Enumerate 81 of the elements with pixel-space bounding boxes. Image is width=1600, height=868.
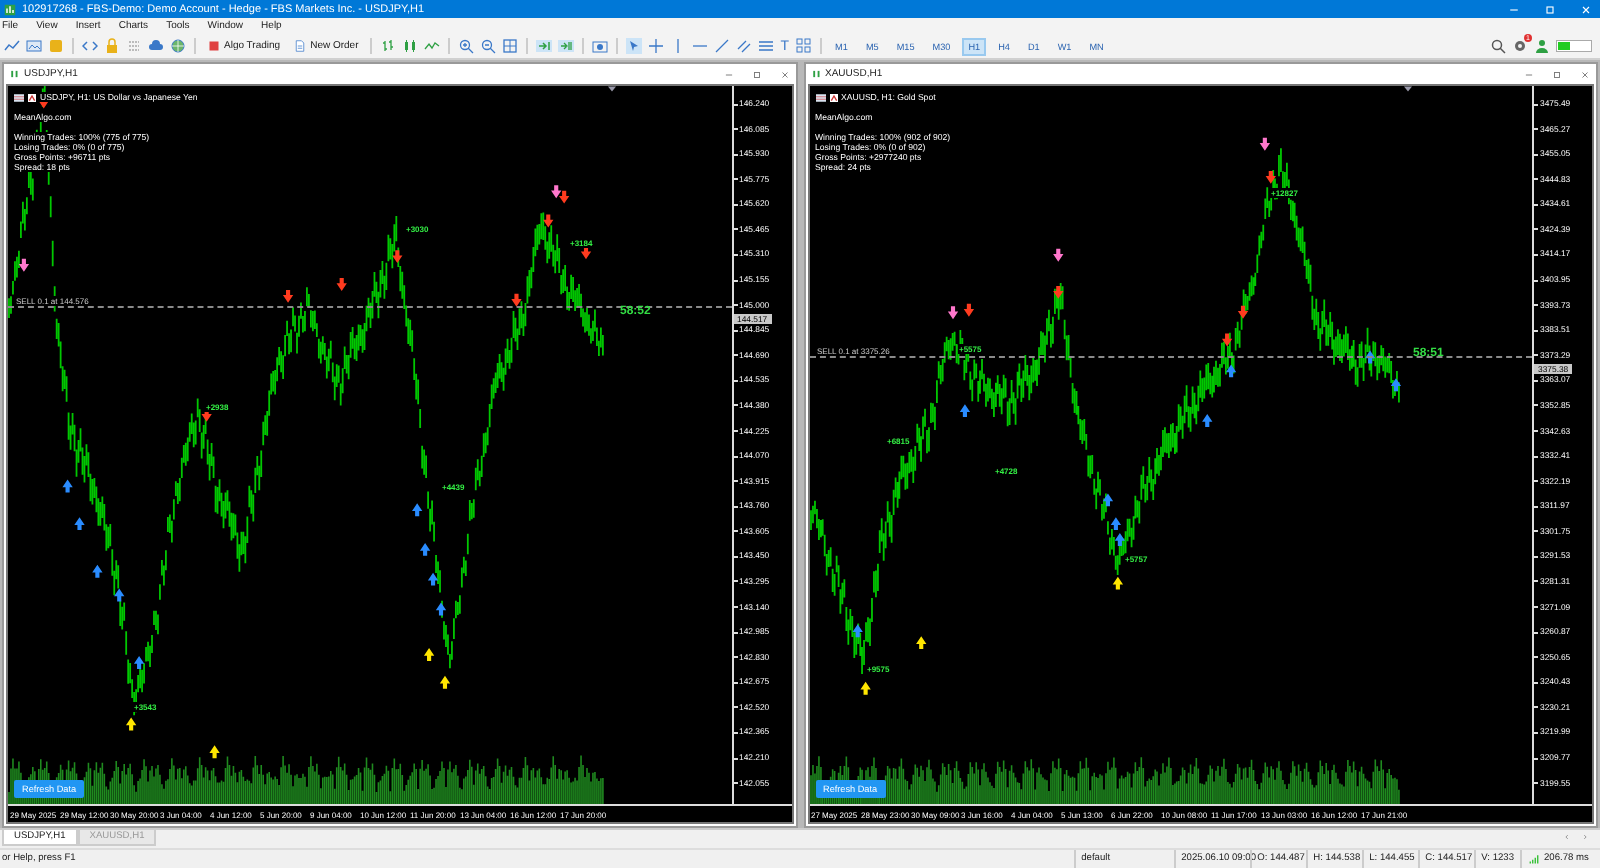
channel-icon[interactable] [736,38,753,54]
document-icon [294,40,307,52]
cloud-icon[interactable] [148,38,164,54]
line-chart-icon[interactable] [424,38,441,54]
up-arrow-icon [427,572,439,586]
trendline-icon[interactable] [714,38,731,54]
up-arrow-icon [1111,576,1123,590]
up-arrow-icon [435,602,447,616]
up-arrow-icon [114,588,125,602]
up-arrow-icon [126,717,137,731]
grid-icon[interactable] [502,38,519,54]
indicator-icon [28,93,36,101]
candlestick-icon[interactable] [402,38,419,54]
down-arrow-icon [1236,305,1248,319]
connection-meter-icon [1556,40,1592,52]
down-arrow-icon [1052,248,1063,262]
settings-icon[interactable] [1512,38,1528,54]
chart-shift-marker-icon[interactable] [608,86,616,92]
chart-window-icon [811,68,821,80]
up-arrow-icon [439,675,451,689]
flag-icon [14,93,24,101]
down-arrow-icon [962,303,974,317]
down-arrow-icon [18,258,30,272]
up-arrow-icon [958,404,970,418]
down-arrow-icon [1220,333,1232,347]
up-arrow-icon [859,681,870,695]
shapes-icon[interactable] [795,38,812,54]
flag-icon [815,93,825,101]
close-icon[interactable] [779,69,789,79]
up-arrow-icon [851,624,862,638]
down-arrow-icon [392,250,403,264]
up-arrow-icon [419,543,431,556]
chart-shift-icon[interactable] [558,38,575,54]
image-icon[interactable] [26,38,42,54]
up-arrow-icon [92,564,103,578]
down-arrow-icon [511,293,522,307]
zoom-out-icon[interactable] [480,38,497,54]
down-arrow-icon [543,214,554,228]
up-arrow-icon [412,503,423,517]
line-chart-icon[interactable] [4,38,20,54]
search-icon[interactable] [1490,38,1506,54]
down-arrow-icon [282,289,294,303]
cursor-icon[interactable] [626,38,643,54]
grid-dots-icon[interactable] [126,38,142,54]
up-arrow-icon [1389,378,1401,392]
stop-icon [208,40,220,52]
code-icon[interactable] [82,38,98,54]
screenshot-icon[interactable] [592,38,609,54]
minimize-icon[interactable] [1524,69,1534,79]
up-arrow-icon [1101,493,1113,507]
autoscroll-icon[interactable] [536,38,553,54]
zoom-in-icon[interactable] [458,38,475,54]
close-icon[interactable] [1580,69,1590,79]
bar-chart-icon[interactable] [380,38,397,54]
up-arrow-icon [1201,414,1212,427]
down-arrow-icon [1264,170,1275,184]
chart-window-icon [10,68,20,80]
up-arrow-icon [62,479,73,493]
signal-strength-icon [1528,854,1540,864]
up-arrow-icon [1363,350,1375,364]
down-arrow-icon [946,306,958,320]
lock-icon[interactable] [104,38,120,54]
globe-icon[interactable] [170,38,186,54]
down-arrow-icon [336,278,347,291]
indicator-icon [829,93,837,101]
coin-icon[interactable] [48,38,64,54]
crosshair-icon[interactable] [648,38,665,54]
maximize-icon[interactable] [1552,69,1562,79]
up-arrow-icon [133,656,145,669]
chart-shift-marker-icon[interactable] [1403,86,1411,92]
up-arrow-icon [209,745,220,759]
up-arrow-icon [423,648,435,661]
minimize-icon[interactable] [1508,3,1520,15]
up-arrow-icon [1224,364,1236,378]
up-arrow-icon [74,517,85,531]
maximize-icon[interactable] [751,69,761,79]
user-icon[interactable] [1534,38,1550,54]
down-arrow-icon [1052,285,1063,299]
up-arrow-icon [915,636,926,650]
down-arrow-icon [1258,137,1269,151]
minimize-icon[interactable] [723,69,733,79]
